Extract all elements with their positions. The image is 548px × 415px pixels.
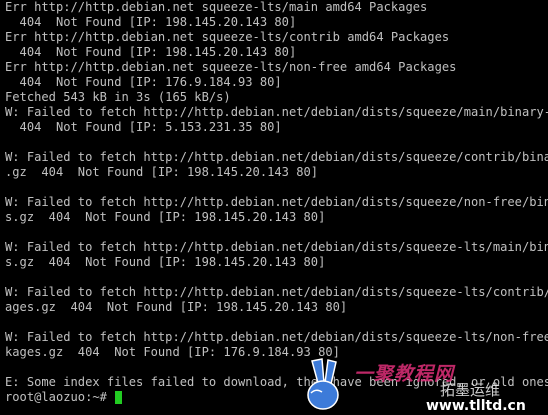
terminal-line: Fetched 543 kB in 3s (165 kB/s) bbox=[5, 90, 231, 104]
terminal-line: W: Failed to fetch http://http.debian.ne… bbox=[5, 330, 548, 344]
terminal-line: W: Failed to fetch http://http.debian.ne… bbox=[5, 195, 548, 209]
terminal-line: 404 Not Found [IP: 176.9.184.93 80] bbox=[5, 75, 282, 89]
terminal-output: Err http://http.debian.net squeeze-lts/m… bbox=[5, 0, 548, 390]
shell-prompt: root@laozuo:~# bbox=[5, 390, 115, 404]
terminal-line: W: Failed to fetch http://http.debian.ne… bbox=[5, 150, 548, 164]
terminal-line: .gz 404 Not Found [IP: 198.145.20.143 80… bbox=[5, 165, 319, 179]
terminal-line: Err http://http.debian.net squeeze-lts/n… bbox=[5, 60, 457, 74]
command-prompt-line[interactable]: root@laozuo:~# bbox=[5, 390, 548, 405]
terminal-line: Err http://http.debian.net squeeze-lts/c… bbox=[5, 30, 450, 44]
terminal-line: s.gz 404 Not Found [IP: 198.145.20.143 8… bbox=[5, 210, 326, 224]
terminal-line: W: Failed to fetch http://http.debian.ne… bbox=[5, 105, 548, 119]
terminal-line: ages.gz 404 Not Found [IP: 198.145.20.14… bbox=[5, 300, 348, 314]
terminal-line: W: Failed to fetch http://http.debian.ne… bbox=[5, 285, 548, 299]
terminal-line: kages.gz 404 Not Found [IP: 176.9.184.93… bbox=[5, 345, 340, 359]
text-cursor bbox=[115, 391, 123, 404]
terminal-line: W: Failed to fetch http://http.debian.ne… bbox=[5, 240, 548, 254]
terminal-window[interactable]: Err http://http.debian.net squeeze-lts/m… bbox=[0, 0, 548, 415]
terminal-line: E: Some index files failed to download, … bbox=[5, 375, 548, 389]
terminal-line: 404 Not Found [IP: 198.145.20.143 80] bbox=[5, 15, 297, 29]
terminal-line: s.gz 404 Not Found [IP: 198.145.20.143 8… bbox=[5, 255, 326, 269]
terminal-line: Err http://http.debian.net squeeze-lts/m… bbox=[5, 0, 428, 14]
terminal-line: 404 Not Found [IP: 198.145.20.143 80] bbox=[5, 45, 297, 59]
terminal-line: 404 Not Found [IP: 5.153.231.35 80] bbox=[5, 120, 282, 134]
